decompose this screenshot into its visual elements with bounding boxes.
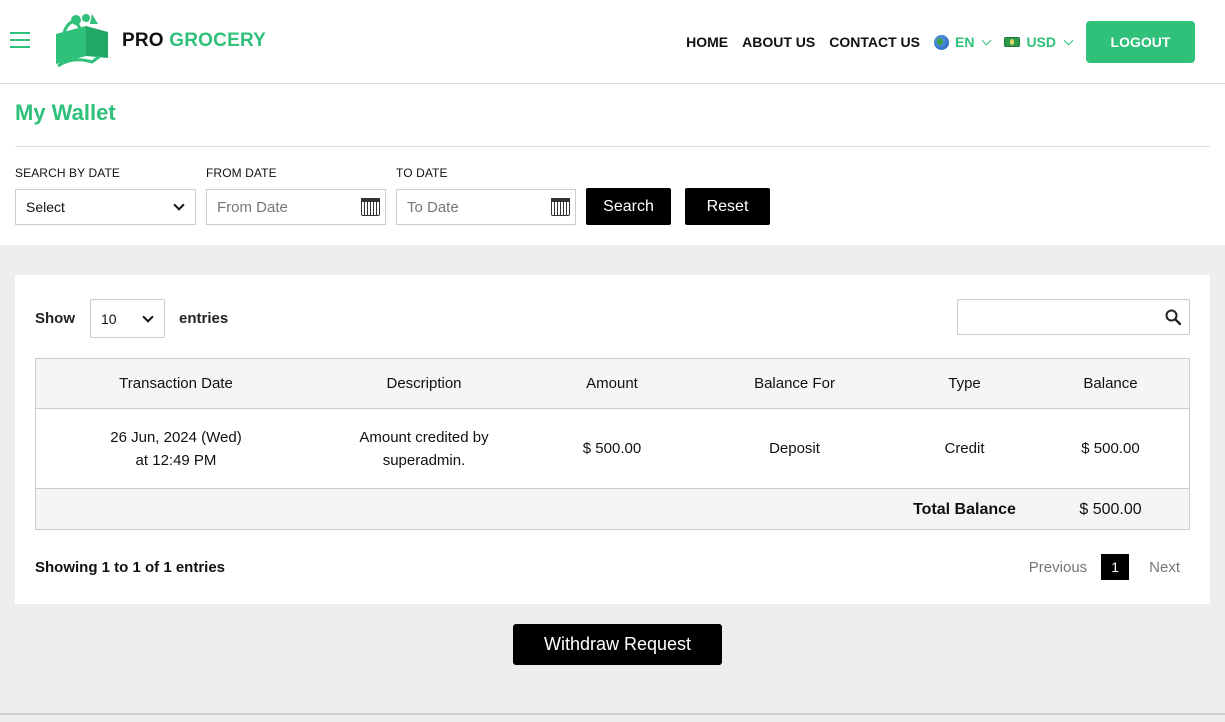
transactions-table: Transaction Date Description Amount Bala… [35,358,1190,530]
column-header[interactable]: Type [897,372,1032,395]
calendar-icon[interactable] [551,198,570,216]
grocery-bag-icon [56,14,108,68]
search-by-date-value: Select [26,199,65,215]
globe-icon [933,34,949,50]
page-title: My Wallet [15,100,116,125]
currency-selector[interactable]: USD [1004,34,1074,50]
brand-logo[interactable]: PRO GROCERY [52,12,266,70]
from-date-field[interactable]: From Date [206,189,386,225]
show-label: Show [35,310,75,327]
search-by-date-select[interactable]: Select [15,189,196,225]
to-date-placeholder: To Date [407,198,459,216]
balance-cell: $ 500.00 [1081,440,1140,457]
banknote-icon [1004,37,1021,47]
calendar-icon[interactable] [361,198,380,216]
total-balance-value: $ 500.00 [1079,500,1142,518]
top-header: PRO GROCERY HOME ABOUT US CONTACT US EN … [0,0,1225,84]
total-balance-label: Total Balance [913,500,1016,518]
currency-value: USD [1026,34,1056,50]
transaction-date-cell: 26 Jun, 2024 (Wed) at 12:49 PM [36,426,316,472]
nav-contact-us[interactable]: CONTACT US [829,34,920,50]
pagination: Previous 1 Next [1029,554,1180,580]
table-footer-row: Total Balance $ 500.00 [36,489,1189,529]
pagination-info: Showing 1 to 1 of 1 entries [35,559,226,576]
language-selector[interactable]: EN [933,34,992,50]
entries-length-select[interactable]: 10 [90,299,165,338]
hamburger-menu-icon[interactable] [10,32,30,50]
main-nav: HOME ABOUT US CONTACT US EN USD LOGOUT [686,21,1195,63]
previous-page-button[interactable]: Previous [1029,559,1087,576]
entries-length-value: 10 [101,310,117,327]
footer-divider [0,713,1225,715]
description-line: Amount credited by [359,428,489,446]
balance-for-cell: Deposit [769,440,820,457]
divider [15,146,1210,147]
withdraw-request-button[interactable]: Withdraw Request [513,624,722,665]
column-header[interactable]: Description [316,372,532,395]
column-header[interactable]: Transaction Date [36,372,316,395]
reset-button[interactable]: Reset [685,188,770,225]
transaction-time: at 12:49 PM [135,451,217,469]
chevron-down-icon [142,311,154,323]
nav-about-us[interactable]: ABOUT US [742,34,815,50]
next-page-button[interactable]: Next [1149,559,1180,576]
column-header[interactable]: Balance For [692,372,897,395]
search-icon[interactable] [1165,309,1181,325]
brand-name-grocery: GROCERY [169,30,267,51]
logout-button[interactable]: LOGOUT [1086,21,1195,63]
search-by-date-label: SEARCH BY DATE [15,166,120,180]
chevron-down-icon [981,35,992,45]
column-header[interactable]: Balance [1032,372,1189,395]
from-date-placeholder: From Date [217,198,288,216]
type-cell: Credit [944,440,985,457]
chevron-down-icon [1063,35,1074,45]
description-line: superadmin. [382,451,466,469]
table-search-input[interactable] [957,299,1190,335]
description-cell: Amount credited by superadmin. [316,426,532,472]
brand-name-pro: PRO [122,30,164,51]
from-date-label: FROM DATE [206,166,277,180]
chevron-down-icon [173,199,185,211]
page-button-current[interactable]: 1 [1101,554,1130,580]
entries-label: entries [179,310,229,327]
to-date-field[interactable]: To Date [396,189,576,225]
language-value: EN [954,34,975,50]
column-header[interactable]: Amount [532,372,692,395]
nav-home[interactable]: HOME [686,34,728,50]
table-row: 26 Jun, 2024 (Wed) at 12:49 PM Amount cr… [36,409,1189,489]
amount-cell: $ 500.00 [582,440,642,457]
transaction-date: 26 Jun, 2024 (Wed) [110,428,242,446]
search-button[interactable]: Search [586,188,671,225]
brand-name: PRO GROCERY [122,30,266,52]
to-date-label: TO DATE [396,166,448,180]
table-header-row: Transaction Date Description Amount Bala… [36,359,1189,409]
